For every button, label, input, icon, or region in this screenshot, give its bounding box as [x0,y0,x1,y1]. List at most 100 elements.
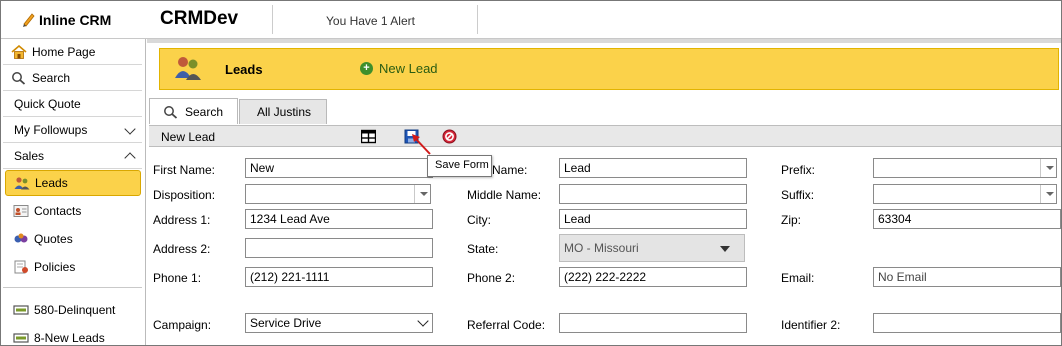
city-field[interactable]: Lead [559,209,747,229]
search-icon [12,71,26,85]
list-icon [13,333,29,343]
disposition-label: Disposition: [153,188,216,202]
search-icon [164,105,178,119]
brand-label: Inline CRM [39,12,112,28]
middle-name-label: Middle Name: [467,188,542,202]
state-value: MO - Missouri [564,241,639,255]
last-name-field[interactable]: Lead [559,158,747,178]
zip-field[interactable]: 63304 [873,209,1061,229]
sidebar-item-label: 8-New Leads [34,331,105,345]
zip-label: Zip: [781,213,802,227]
save-tooltip: Save Form [427,155,492,177]
form-title: New Lead [161,130,216,144]
address2-label: Address 2: [153,242,211,256]
quotes-icon [14,233,28,243]
suffix-select[interactable] [873,184,1057,204]
sidebar-item-my-followups[interactable]: My Followups [3,117,142,143]
plus-icon: + [360,62,373,75]
identifier2-field[interactable] [873,313,1061,333]
top-bar: Inline CRM CRMDev You Have 1 Alert [1,1,1061,39]
sidebar-item-label: Quotes [34,232,73,246]
email-field[interactable]: No Email [873,267,1061,287]
leads-banner: Leads + New Lead [159,48,1059,90]
phone2-field[interactable]: (222) 222-2222 [559,267,747,287]
sidebar-item-policies[interactable]: Policies [5,254,141,280]
address2-field[interactable] [245,238,433,258]
first-name-label: First Name: [153,163,216,177]
referral-code-field[interactable] [559,313,747,333]
sidebar-item-quotes[interactable]: Quotes [5,226,141,252]
pointer-arrow-icon [412,134,431,155]
sidebar-item-label: 580-Delinquent [34,303,116,317]
phone1-field[interactable]: (212) 221-1111 [245,267,433,287]
dropdown-arrow-icon [720,240,730,252]
chevron-down-icon [124,123,136,135]
new-lead-label: New Lead [379,61,438,76]
referral-code-label: Referral Code: [467,318,546,332]
identifier2-label: Identifier 2: [781,318,841,332]
app-window: Inline CRM CRMDev You Have 1 Alert Home … [0,0,1062,346]
chevron-down-icon [416,314,432,332]
tab-label: All Justins [257,105,312,119]
phone1-label: Phone 1: [153,271,202,285]
grid-icon[interactable] [361,129,376,144]
campaign-value: Service Drive [250,316,322,330]
prefix-label: Prefix: [781,163,816,177]
cancel-icon[interactable] [442,129,457,144]
middle-name-field[interactable] [559,184,747,204]
sidebar: Home Page Search Quick Quote My Followup… [1,39,146,345]
sidebar-item-label: Leads [35,176,68,190]
dropdown-arrow-icon [1040,159,1056,177]
new-lead-button[interactable]: + New Lead [360,61,438,76]
sidebar-item-sales[interactable]: Sales [3,143,142,169]
main-panel: Leads + New Lead Search All Justins New … [147,39,1061,345]
leads-icon [14,177,30,190]
address1-label: Address 1: [153,213,211,227]
sidebar-list-8-new-leads[interactable]: 8-New Leads [5,325,141,345]
sidebar-item-label: Quick Quote [14,96,81,111]
sidebar-list-580-delinquent[interactable]: 580-Delinquent [5,297,141,323]
email-label: Email: [781,271,815,285]
brand[interactable]: Inline CRM [23,12,112,28]
prefix-select[interactable] [873,158,1057,178]
disposition-select[interactable] [245,184,431,204]
page-title: Leads [225,62,263,77]
tab-all-justins[interactable]: All Justins [239,99,327,124]
first-name-field[interactable]: New [245,158,433,178]
campaign-select[interactable]: Service Drive [245,313,433,333]
list-icon [13,305,29,315]
dropdown-arrow-icon [414,185,430,203]
divider [147,39,1061,43]
phone2-label: Phone 2: [467,271,516,285]
leads-icon [175,57,201,80]
tab-label: Search [185,104,224,119]
home-icon [11,44,27,59]
campaign-label: Campaign: [153,318,212,332]
form-toolbar: New Lead [149,125,1061,147]
sidebar-item-contacts[interactable]: Contacts [5,198,141,224]
divider [3,287,142,288]
last-name-label: Name: [492,163,528,177]
pencil-icon [23,13,35,27]
app-title: CRMDev [160,8,239,29]
city-label: City: [467,213,491,227]
policies-icon [14,260,28,274]
sidebar-item-label: Contacts [34,204,82,218]
suffix-label: Suffix: [781,188,815,202]
sidebar-item-label: My Followups [14,122,88,137]
divider [272,5,273,34]
state-select[interactable]: MO - Missouri [559,234,745,262]
sidebar-item-home[interactable]: Home Page [3,39,142,65]
contacts-icon [13,205,29,217]
dropdown-arrow-icon [1040,185,1056,203]
address1-field[interactable]: 1234 Lead Ave [245,209,433,229]
sidebar-item-leads[interactable]: Leads [5,170,141,196]
sidebar-item-search[interactable]: Search [3,65,142,91]
alert-link[interactable]: You Have 1 Alert [326,14,415,28]
sidebar-item-quick-quote[interactable]: Quick Quote [3,91,142,117]
chevron-up-icon [124,152,136,164]
sidebar-item-label: Policies [34,260,76,274]
divider [477,5,478,34]
sidebar-item-label: Sales [14,148,45,163]
tab-search[interactable]: Search [149,98,238,124]
